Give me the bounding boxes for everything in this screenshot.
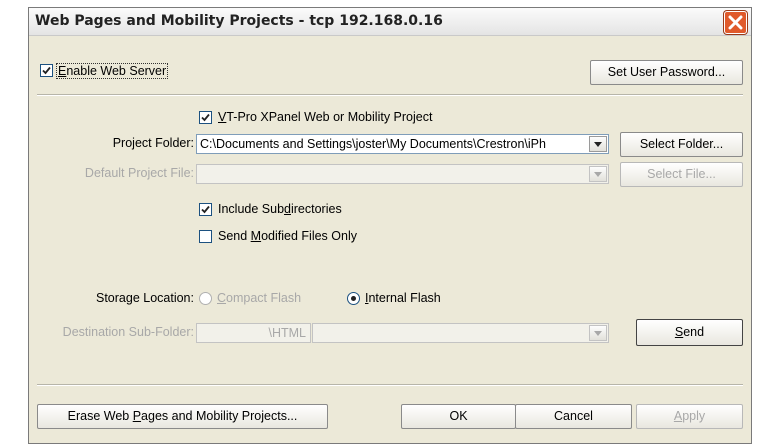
send-modified-files-checkbox[interactable] (199, 230, 212, 243)
cancel-button[interactable]: Cancel (515, 404, 632, 429)
web-pages-dialog: Web Pages and Mobility Projects - tcp 19… (28, 7, 752, 444)
chevron-down-icon (594, 142, 602, 147)
select-file-button[interactable]: Select File... (620, 162, 743, 187)
close-icon (728, 15, 743, 30)
select-folder-button[interactable]: Select Folder... (620, 132, 743, 157)
project-folder-value: C:\Documents and Settings\joster\My Docu… (200, 137, 546, 151)
checkmark-icon (201, 205, 210, 214)
vt-pro-project-label[interactable]: VT-Pro XPanel Web or Mobility Project (218, 110, 432, 124)
project-folder-combobox[interactable]: C:\Documents and Settings\joster\My Docu… (196, 134, 609, 154)
destination-subfolder-combobox[interactable] (312, 323, 609, 343)
separator (37, 94, 743, 96)
separator (37, 384, 743, 386)
default-project-file-label: Default Project File: (84, 166, 194, 180)
compact-flash-label[interactable]: Compact Flash (217, 291, 301, 305)
close-button[interactable] (724, 11, 747, 34)
apply-button[interactable]: Apply (636, 404, 743, 429)
set-user-password-button[interactable]: Set User Password... (590, 60, 743, 85)
send-modified-files-label[interactable]: Send Modified Files Only (218, 229, 357, 243)
chevron-down-icon (594, 331, 602, 336)
project-folder-label: Project Folder: (112, 136, 194, 150)
send-button[interactable]: Send (636, 319, 743, 346)
radio-selected-dot (351, 296, 356, 301)
vt-pro-project-checkbox[interactable] (199, 111, 212, 124)
erase-web-pages-button[interactable]: Erase Web Pages and Mobility Projects... (37, 404, 328, 429)
destination-prefix-field: \HTML (196, 323, 311, 343)
storage-location-label: Storage Location: (96, 291, 194, 305)
include-subdirectories-checkbox[interactable] (199, 203, 212, 216)
destination-subfolder-label: Destination Sub-Folder: (62, 325, 194, 339)
project-folder-dropdown-button[interactable] (589, 136, 607, 152)
default-project-file-combobox[interactable] (196, 164, 609, 184)
internal-flash-label[interactable]: Internal Flash (365, 291, 441, 305)
compact-flash-radio[interactable] (199, 292, 212, 305)
enable-web-server-checkbox[interactable] (40, 64, 53, 77)
destination-dropdown-button[interactable] (589, 325, 607, 341)
checkmark-icon (201, 113, 210, 122)
window-title: Web Pages and Mobility Projects - tcp 19… (35, 13, 443, 29)
internal-flash-radio[interactable] (347, 292, 360, 305)
ok-button[interactable]: OK (401, 404, 516, 429)
default-project-file-dropdown-button[interactable] (589, 166, 607, 182)
include-subdirectories-label[interactable]: Include Subdirectories (218, 202, 342, 216)
checkmark-icon (42, 66, 51, 75)
enable-web-server-label[interactable]: Enable Web Server (56, 63, 169, 79)
chevron-down-icon (594, 172, 602, 177)
title-bar[interactable]: Web Pages and Mobility Projects - tcp 19… (29, 8, 751, 36)
